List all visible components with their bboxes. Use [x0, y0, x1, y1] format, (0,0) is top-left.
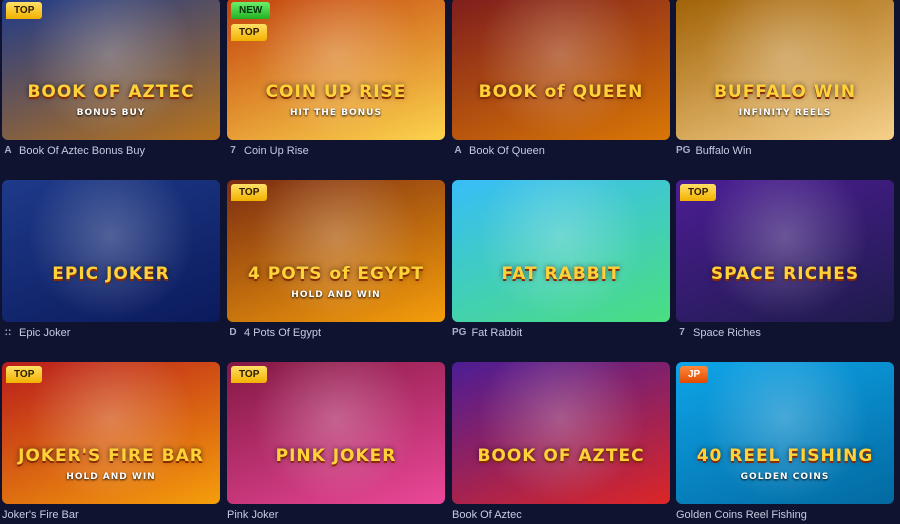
- game-art-title: BOOK OF AZTEC: [477, 446, 645, 466]
- game-art-title: BOOK of QUEEN: [478, 82, 644, 102]
- game-name[interactable]: Space Riches: [693, 327, 761, 339]
- game-caption: 7 Coin Up Rise: [227, 142, 445, 160]
- game-name[interactable]: Book Of Aztec: [452, 509, 522, 521]
- new-badge: NEW: [231, 2, 271, 19]
- game-thumbnail[interactable]: FAT RABBIT: [452, 180, 670, 322]
- game-card[interactable]: BOOK of QUEEN A Book Of Queen: [452, 0, 670, 160]
- game-art-subtitle: HOLD AND WIN: [66, 472, 156, 482]
- top-badge: TOP: [680, 184, 717, 201]
- top-badge: TOP: [231, 366, 268, 383]
- provider-icon: 7: [230, 145, 236, 156]
- thumbnail-art: [676, 0, 894, 140]
- thumbnail-art: [2, 0, 220, 140]
- game-caption: Golden Coins Reel Fishing: [676, 506, 894, 524]
- game-thumbnail[interactable]: BOOK of QUEEN: [452, 0, 670, 140]
- game-card[interactable]: COIN UP RISE HIT THE BONUS NEW TOP 7 Coin Up …: [227, 0, 445, 160]
- game-grid: BOOK OF AZTEC BONUS BUY TOP A Book Of Aztec …: [0, 0, 900, 521]
- game-caption: D 4 Pots Of Egypt: [227, 324, 445, 342]
- thumbnail-art: [227, 180, 445, 322]
- game-art-title: SPACE RICHES: [710, 264, 860, 284]
- thumbnail-art: [227, 362, 445, 504]
- game-art-title: COIN UP RISE: [265, 82, 407, 102]
- game-art-title: BOOK OF AZTEC: [27, 82, 195, 102]
- game-caption: Joker's Fire Bar: [2, 506, 220, 524]
- game-caption: A Book Of Aztec Bonus Buy: [2, 142, 220, 160]
- game-caption: Pink Joker: [227, 506, 445, 524]
- game-art-subtitle: INFINITY REELS: [738, 108, 832, 118]
- game-card[interactable]: BUFFALO WIN INFINITY REELS PG Buffalo Win: [676, 0, 894, 160]
- game-thumbnail[interactable]: 40 REEL FISHING GOLDEN COINS JP: [676, 362, 894, 504]
- thumbnail-art: [676, 362, 894, 504]
- thumbnail-art: [452, 362, 670, 504]
- game-thumbnail[interactable]: BUFFALO WIN INFINITY REELS: [676, 0, 894, 140]
- thumbnail-art: [2, 362, 220, 504]
- top-badge: TOP: [6, 366, 43, 383]
- game-art-title: EPIC JOKER: [52, 264, 170, 284]
- thumbnail-art: [227, 0, 445, 140]
- game-name[interactable]: 4 Pots Of Egypt: [244, 327, 321, 339]
- provider-icon: PG: [452, 327, 467, 338]
- game-name[interactable]: Joker's Fire Bar: [2, 509, 79, 521]
- game-card[interactable]: BOOK OF AZTEC BONUS BUY TOP A Book Of Aztec …: [2, 0, 220, 160]
- thumbnail-art: [2, 180, 220, 322]
- provider-icon: PG: [676, 145, 691, 156]
- game-caption: PG Fat Rabbit: [452, 324, 670, 342]
- game-card[interactable]: EPIC JOKER:: Epic Joker: [2, 180, 220, 342]
- game-name[interactable]: Pink Joker: [227, 509, 278, 521]
- game-name[interactable]: Epic Joker: [19, 327, 70, 339]
- game-name[interactable]: Book Of Aztec Bonus Buy: [19, 145, 145, 157]
- game-caption: 7 Space Riches: [676, 324, 894, 342]
- game-art-subtitle: HIT THE BONUS: [290, 108, 382, 118]
- game-card[interactable]: SPACE RICHES TOP 7 Space Riches: [676, 180, 894, 342]
- provider-icon: 7: [679, 327, 685, 338]
- game-thumbnail[interactable]: EPIC JOKER: [2, 180, 220, 322]
- provider-icon: ::: [4, 327, 12, 338]
- game-art-title: FAT RABBIT: [501, 264, 621, 284]
- top-badge: TOP: [231, 184, 268, 201]
- game-thumbnail[interactable]: SPACE RICHES TOP: [676, 180, 894, 322]
- game-thumbnail[interactable]: BOOK OF AZTEC BONUS BUY TOP: [2, 0, 220, 140]
- top-badge: TOP: [6, 2, 43, 19]
- game-card[interactable]: JOKER'S FIRE BAR HOLD AND WIN TOP Joker's F…: [2, 362, 220, 524]
- game-art-subtitle: BONUS BUY: [76, 108, 146, 118]
- game-card[interactable]: 40 REEL FISHING GOLDEN COINS JP Golden Coin…: [676, 362, 894, 524]
- game-caption: PG Buffalo Win: [676, 142, 894, 160]
- provider-icon: D: [229, 327, 237, 338]
- game-name[interactable]: Golden Coins Reel Fishing: [676, 509, 807, 521]
- game-card[interactable]: 4 POTS of EGYPT HOLD AND WIN TOP D 4 Pots Of…: [227, 180, 445, 342]
- jackpot-badge: JP: [680, 366, 709, 383]
- game-caption: A Book Of Queen: [452, 142, 670, 160]
- game-art-subtitle: GOLDEN COINS: [740, 472, 830, 482]
- game-thumbnail[interactable]: PINK JOKER TOP: [227, 362, 445, 504]
- thumbnail-art: [676, 180, 894, 322]
- game-art-subtitle: HOLD AND WIN: [291, 290, 381, 300]
- game-thumbnail[interactable]: 4 POTS of EGYPT HOLD AND WIN TOP: [227, 180, 445, 322]
- game-art-title: PINK JOKER: [275, 446, 397, 466]
- top-badge: TOP: [231, 24, 268, 41]
- game-art-title: JOKER'S FIRE BAR: [18, 446, 204, 466]
- game-card[interactable]: BOOK OF AZTEC Book Of Aztec: [452, 362, 670, 524]
- game-art-title: BUFFALO WIN: [713, 82, 857, 102]
- game-thumbnail[interactable]: COIN UP RISE HIT THE BONUS NEW TOP: [227, 0, 445, 140]
- game-card[interactable]: PINK JOKER TOP Pink Joker: [227, 362, 445, 524]
- game-caption: Book Of Aztec: [452, 506, 670, 524]
- thumbnail-art: [452, 0, 670, 140]
- game-name[interactable]: Buffalo Win: [695, 145, 751, 157]
- game-art-title: 4 POTS of EGYPT: [248, 264, 424, 284]
- game-name[interactable]: Book Of Queen: [469, 145, 545, 157]
- game-caption: :: Epic Joker: [2, 324, 220, 342]
- game-art-title: 40 REEL FISHING: [696, 446, 874, 466]
- game-card[interactable]: FAT RABBIT PG Fat Rabbit: [452, 180, 670, 342]
- game-name[interactable]: Fat Rabbit: [471, 327, 522, 339]
- game-thumbnail[interactable]: BOOK OF AZTEC: [452, 362, 670, 504]
- game-name[interactable]: Coin Up Rise: [244, 145, 309, 157]
- provider-icon: A: [454, 145, 462, 156]
- game-thumbnail[interactable]: JOKER'S FIRE BAR HOLD AND WIN TOP: [2, 362, 220, 504]
- provider-icon: A: [4, 145, 12, 156]
- thumbnail-art: [452, 180, 670, 322]
